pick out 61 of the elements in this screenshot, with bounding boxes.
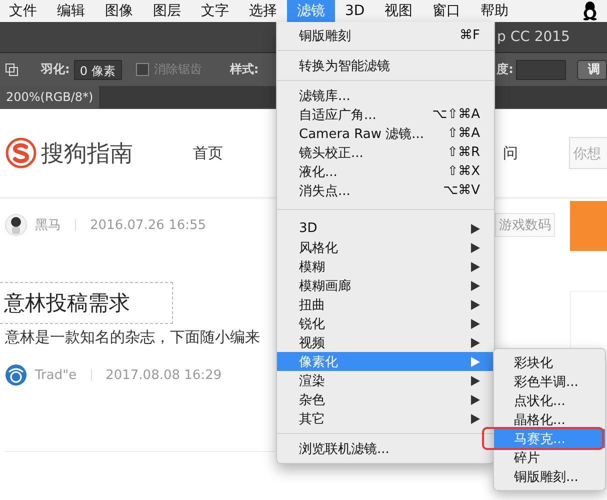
article-title[interactable]: 意林投稿需求 bbox=[0, 282, 173, 324]
menu-item[interactable]: 彩块化 bbox=[494, 353, 605, 372]
submenu-item[interactable]: 杂色 bbox=[299, 390, 325, 408]
submenu-item[interactable]: 3D bbox=[299, 221, 318, 236]
menu-bar-item[interactable]: 文件 bbox=[0, 0, 47, 22]
shortcut-label: ⇧⌘R bbox=[447, 145, 480, 160]
menu-bar-item[interactable]: 视图 bbox=[374, 0, 423, 22]
shortcut-label: ⇧⌘X bbox=[447, 164, 480, 179]
height-field[interactable] bbox=[516, 60, 566, 80]
document-tab[interactable]: 200%(RGB/8*) bbox=[0, 86, 100, 109]
menu-bar-item[interactable]: 选择 bbox=[239, 0, 287, 22]
menu-bar-item[interactable]: 3D bbox=[335, 0, 375, 22]
menu-item[interactable]: 点状化... bbox=[494, 391, 605, 410]
post-date: 2016.07.26 16:55 bbox=[90, 218, 206, 232]
article-summary: 意林是一款知名的杂志，下面随小编来 bbox=[5, 328, 260, 347]
logo-icon[interactable] bbox=[6, 138, 36, 168]
avatar-icon bbox=[6, 364, 26, 386]
feather-field[interactable]: 0 像素 bbox=[74, 60, 122, 80]
menu-bar-item[interactable]: 图层 bbox=[143, 0, 191, 22]
shortcut-label: ⇧⌘A bbox=[447, 126, 480, 141]
menu-item[interactable]: Camera Raw 滤镜... bbox=[299, 124, 424, 142]
menu-item[interactable]: 浏览联机滤镜... bbox=[277, 439, 494, 458]
adjust-button[interactable]: 调 bbox=[577, 60, 607, 80]
menu-bar-item[interactable]: 帮助 bbox=[470, 0, 519, 22]
submenu-item[interactable]: 渲染 bbox=[299, 372, 325, 390]
nav-link[interactable]: 首页 bbox=[193, 144, 223, 162]
submenu-item[interactable]: 锐化 bbox=[299, 314, 325, 332]
menu-item[interactable]: 铜版雕刻... bbox=[494, 467, 605, 486]
selection-mode-icon[interactable] bbox=[6, 63, 18, 76]
shortcut-label: ⌥⇧⌘A bbox=[432, 107, 480, 122]
submenu-item[interactable]: 风格化 bbox=[299, 238, 338, 256]
submenu-item[interactable]: 视频 bbox=[299, 334, 325, 352]
shortcut-label: ⌥⌘V bbox=[443, 183, 480, 198]
menu-item[interactable]: 消失点... bbox=[299, 182, 350, 200]
menu-item[interactable]: 彩色半调... bbox=[494, 372, 605, 391]
menu-item[interactable]: 自适应广角... bbox=[299, 106, 376, 124]
menu-item[interactable]: 滤镜库... bbox=[277, 86, 494, 105]
window-title: p CC 2015 bbox=[497, 29, 570, 45]
submenu-item[interactable]: 扭曲 bbox=[299, 296, 325, 314]
menu-item[interactable]: 镜头校正... bbox=[299, 144, 364, 162]
site-logo[interactable]: 搜狗指南 bbox=[41, 138, 133, 168]
menu-item[interactable]: 转换为智能滤镜 bbox=[277, 56, 494, 75]
menu-item[interactable]: 液化... bbox=[299, 162, 338, 180]
menu-bar-item[interactable]: 窗口 bbox=[422, 0, 471, 22]
menu-item[interactable]: 铜版雕刻 bbox=[299, 26, 351, 44]
submenu-item[interactable]: 其它 bbox=[299, 410, 325, 428]
menu-bar-item[interactable]: 图像 bbox=[95, 0, 143, 22]
post-date: 2017.08.08 16:29 bbox=[106, 368, 222, 382]
submenu-item[interactable]: 模糊 bbox=[299, 258, 325, 276]
shortcut-label: ⌘F bbox=[460, 28, 480, 43]
penguin-icon[interactable] bbox=[582, 1, 598, 21]
submenu-item[interactable]: 模糊画廊 bbox=[299, 276, 351, 294]
height-label: 度: bbox=[496, 61, 514, 78]
style-label: 样式: bbox=[230, 61, 259, 78]
nav-link[interactable]: 问 bbox=[503, 144, 518, 162]
menu-item[interactable]: 碎片 bbox=[494, 448, 605, 467]
menu-item[interactable]: 晶格化... bbox=[494, 410, 605, 429]
menu-bar-item[interactable]: 文字 bbox=[191, 0, 239, 22]
feather-label: 羽化: bbox=[41, 61, 70, 78]
menu-bar-item[interactable]: 编辑 bbox=[47, 0, 95, 22]
avatar-icon bbox=[5, 214, 27, 236]
